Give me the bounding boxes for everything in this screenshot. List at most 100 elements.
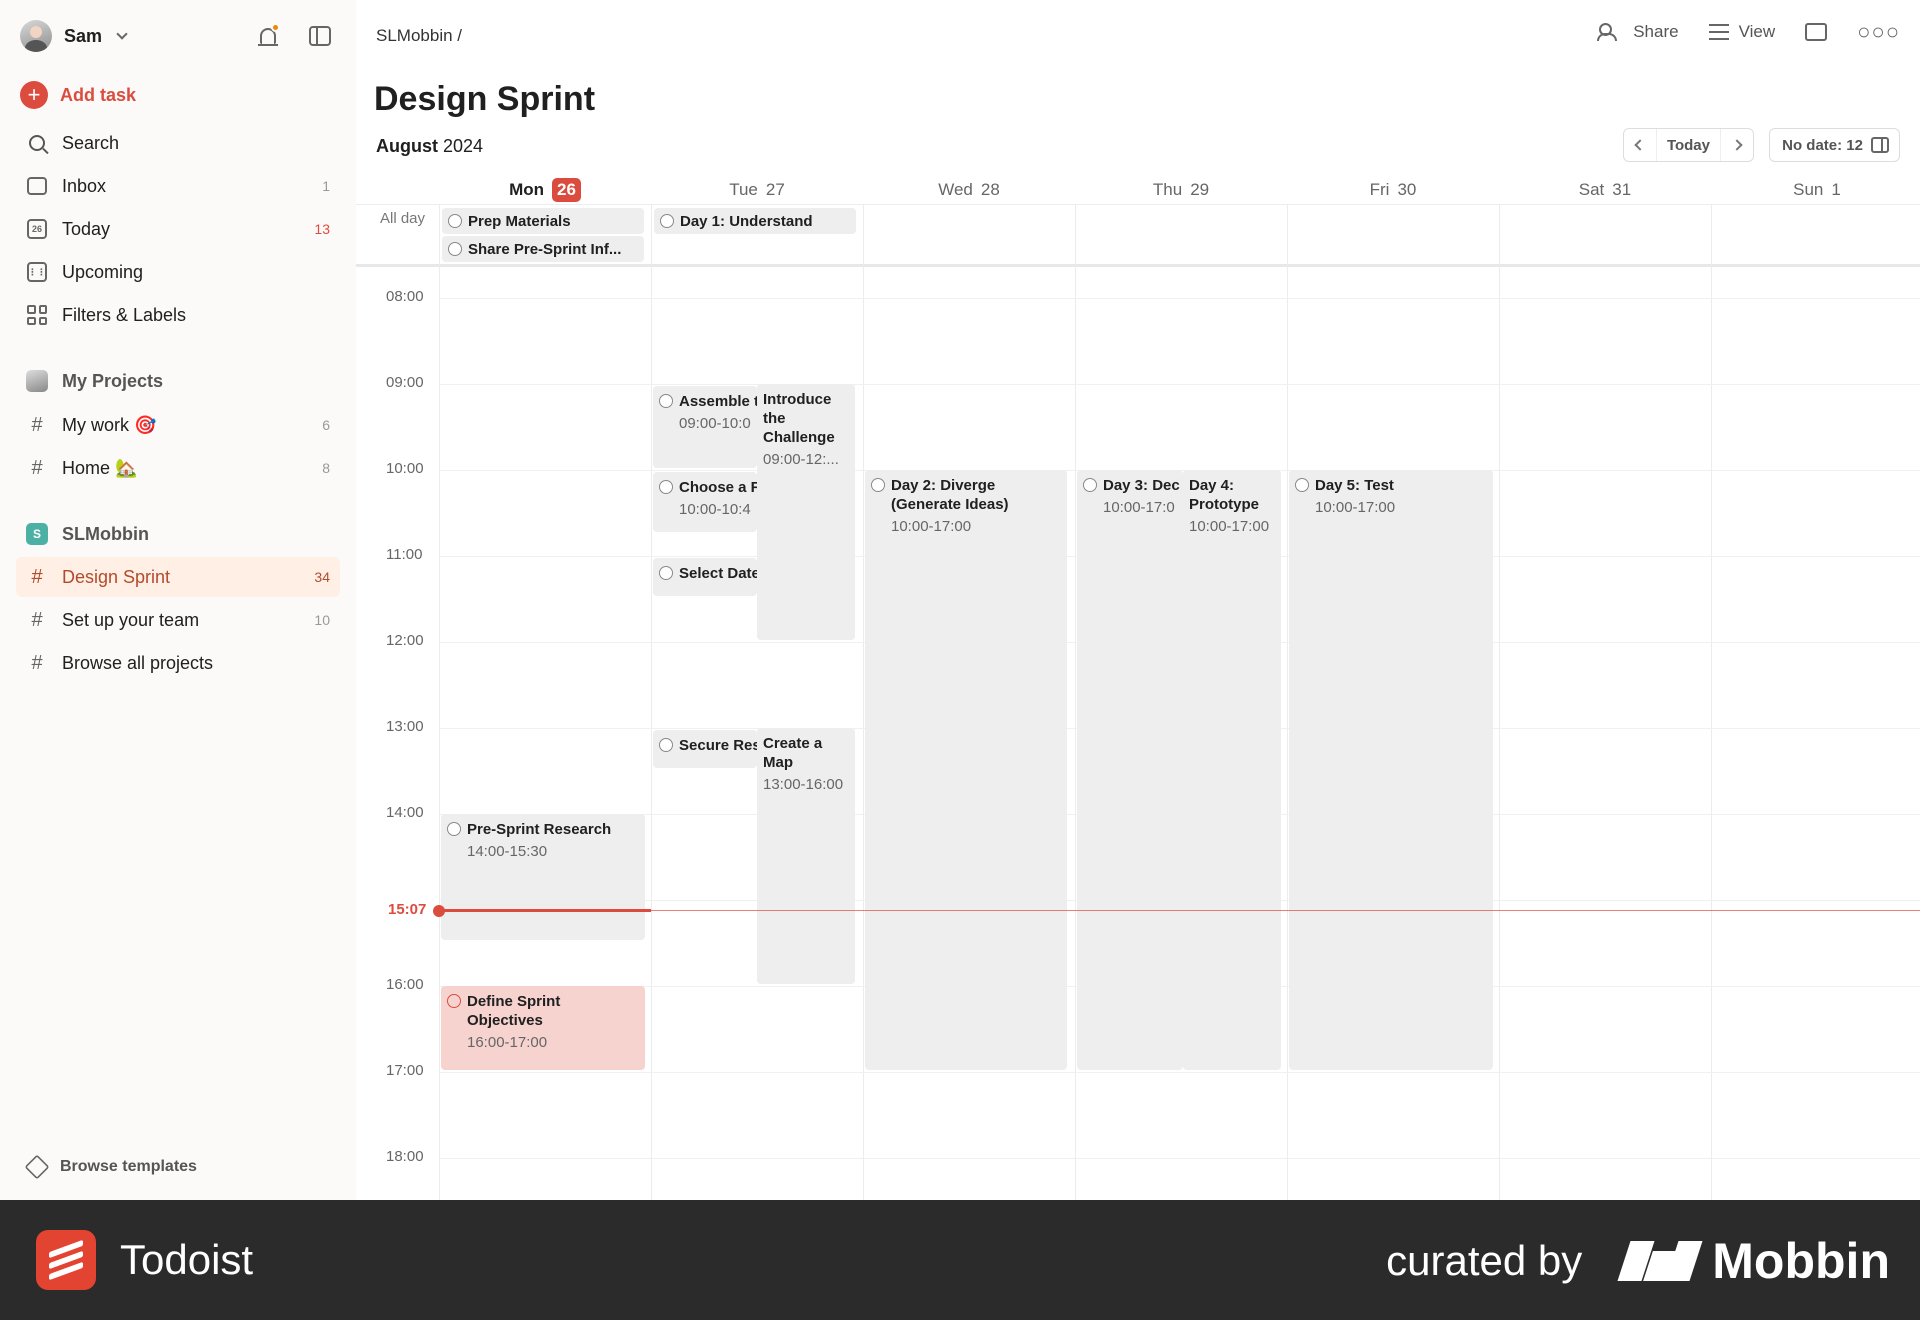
sidebar-item-design-sprint[interactable]: # Design Sprint 34 — [16, 557, 340, 597]
sidebar-item-my-work[interactable]: # My work 🎯 6 — [16, 405, 340, 445]
task-checkbox[interactable] — [1083, 478, 1097, 492]
task-checkbox[interactable] — [659, 480, 673, 494]
share-button[interactable]: Share — [1597, 22, 1679, 42]
event-time: 10:00-17:0 — [1103, 499, 1175, 516]
add-task-button[interactable]: + Add task — [20, 80, 136, 110]
curated-by-label: curated by — [1386, 1237, 1583, 1284]
task-checkbox[interactable] — [659, 566, 673, 580]
sidebar-item-label: Inbox — [62, 175, 107, 196]
task-checkbox[interactable] — [659, 738, 673, 752]
hash-icon: # — [31, 565, 43, 588]
year: 2024 — [443, 136, 484, 156]
all-day-event[interactable]: Day 1: Understand — [654, 208, 856, 234]
view-button[interactable]: View — [1708, 22, 1775, 42]
calendar-event[interactable]: Day 3: Dec 10:00-17:0 — [1077, 470, 1183, 1070]
day-header[interactable]: Thu 29 — [1075, 176, 1287, 204]
calendar-event-overdue[interactable]: Define Sprint Objectives 16:00-17:00 — [441, 986, 645, 1070]
calendar-event[interactable]: Select Date — [653, 558, 757, 596]
task-checkbox[interactable] — [660, 214, 674, 228]
day-header[interactable]: Tue 27 — [651, 176, 863, 204]
task-checkbox[interactable] — [448, 242, 462, 256]
toggle-sidebar-button[interactable] — [304, 20, 336, 52]
next-week-button[interactable] — [1721, 129, 1753, 161]
comments-button[interactable] — [1805, 23, 1828, 41]
team-heading[interactable]: S SLMobbin — [16, 514, 340, 554]
item-count: 8 — [322, 460, 330, 476]
day-header[interactable]: Sat 31 — [1499, 176, 1711, 204]
breadcrumb[interactable]: SLMobbin / — [376, 26, 462, 46]
task-checkbox[interactable] — [447, 822, 461, 836]
day-header[interactable]: Fri 30 — [1287, 176, 1499, 204]
time-label: 09:00 — [386, 374, 424, 391]
calendar-event[interactable]: Day 2: Diverge (Generate Ideas) 10:00-17… — [865, 470, 1067, 1070]
today-button[interactable]: Today — [1655, 129, 1721, 161]
sidebar-item-today[interactable]: 26 Today 13 — [16, 209, 340, 249]
task-checkbox[interactable] — [871, 478, 885, 492]
sidebar-item-home[interactable]: # Home 🏡 8 — [16, 448, 340, 488]
people-icon — [1597, 23, 1623, 41]
item-count: 6 — [322, 417, 330, 433]
calendar-event[interactable]: Day 4: Prototype 10:00-17:00 — [1183, 470, 1281, 1070]
plus-icon: + — [20, 81, 48, 109]
previous-week-button[interactable] — [1624, 129, 1656, 161]
more-button[interactable]: ○○○ — [1857, 19, 1900, 44]
event-title: Share Pre-Sprint Inf... — [468, 240, 622, 258]
task-checkbox[interactable] — [447, 994, 461, 1008]
day-name: Wed — [938, 180, 973, 199]
all-day-event[interactable]: Prep Materials — [442, 208, 644, 234]
sidebar-item-filters-labels[interactable]: Filters & Labels — [16, 295, 340, 335]
user-menu[interactable]: Sam — [20, 20, 128, 52]
task-checkbox[interactable] — [448, 214, 462, 228]
sidebar-item-set-up-team[interactable]: # Set up your team 10 — [16, 600, 340, 640]
task-checkbox[interactable] — [659, 394, 673, 408]
sidebar-item-search[interactable]: Search — [16, 123, 340, 163]
column-divider — [863, 204, 864, 1200]
calendar-event[interactable]: Create a Map 13:00-16:00 — [757, 728, 855, 984]
event-title: Day 1: Understand — [680, 212, 813, 230]
sidebar-item-upcoming[interactable]: ⋮⋮ Upcoming — [16, 252, 340, 292]
inbox-icon — [26, 175, 48, 197]
more-dots-icon: ○○○ — [1857, 19, 1900, 44]
hash-search-icon: # — [31, 651, 43, 674]
event-title: Prep Materials — [468, 212, 571, 230]
hour-line — [439, 1072, 1920, 1073]
mobbin-wordmark: Mobbin — [1712, 1233, 1890, 1289]
item-count: 1 — [322, 178, 330, 194]
hour-line — [439, 298, 1920, 299]
calendar-event[interactable]: Introduce the Challenge 09:00-12:... — [757, 384, 855, 640]
day-header[interactable]: Sun 1 — [1711, 176, 1920, 204]
task-checkbox[interactable] — [1295, 478, 1309, 492]
column-divider — [1499, 204, 1500, 1200]
section-heading: SLMobbin — [62, 523, 149, 544]
chevron-left-icon — [1634, 139, 1646, 151]
calendar-event[interactable]: Day 5: Test 10:00-17:00 — [1289, 470, 1493, 1070]
notifications-button[interactable] — [252, 20, 284, 52]
day-header[interactable]: Wed 28 — [863, 176, 1075, 204]
event-time: 09:00-12:... — [763, 451, 839, 468]
event-time: 09:00-10:0 — [679, 415, 751, 432]
calendar-event[interactable]: Pre-Sprint Research 14:00-15:30 — [441, 814, 645, 940]
calendar-event[interactable]: Assemble t 09:00-10:0 — [653, 386, 757, 468]
user-name: Sam — [64, 25, 103, 46]
event-time: 10:00-17:00 — [891, 518, 972, 535]
my-projects-heading[interactable]: My Projects — [16, 361, 340, 401]
time-label: 11:00 — [386, 546, 423, 563]
calendar-event[interactable]: Choose a F 10:00-10:4 — [653, 472, 757, 532]
notification-dot — [271, 23, 280, 32]
column-divider — [1711, 204, 1712, 1200]
all-day-event[interactable]: Share Pre-Sprint Inf... — [442, 236, 644, 262]
day-header[interactable]: Mon 26 — [439, 176, 651, 204]
event-title: Create a Map — [763, 735, 823, 771]
calendar-event[interactable]: Secure Res — [653, 730, 757, 768]
time-label: 13:00 — [386, 718, 424, 735]
sidebar-panel-icon — [309, 26, 331, 46]
todoist-logo-icon — [36, 1230, 96, 1290]
top-actions: Share View ○○○ — [1597, 19, 1900, 44]
day-number: 27 — [765, 180, 785, 199]
event-title: Day 4: Prototype — [1189, 477, 1260, 513]
browse-templates-button[interactable]: Browse templates — [24, 1154, 197, 1180]
hash-icon: # — [31, 456, 43, 479]
sidebar-item-inbox[interactable]: Inbox 1 — [16, 166, 340, 206]
sidebar-item-browse-projects[interactable]: # Browse all projects — [16, 643, 340, 683]
no-date-button[interactable]: No date: 12 — [1769, 128, 1900, 162]
